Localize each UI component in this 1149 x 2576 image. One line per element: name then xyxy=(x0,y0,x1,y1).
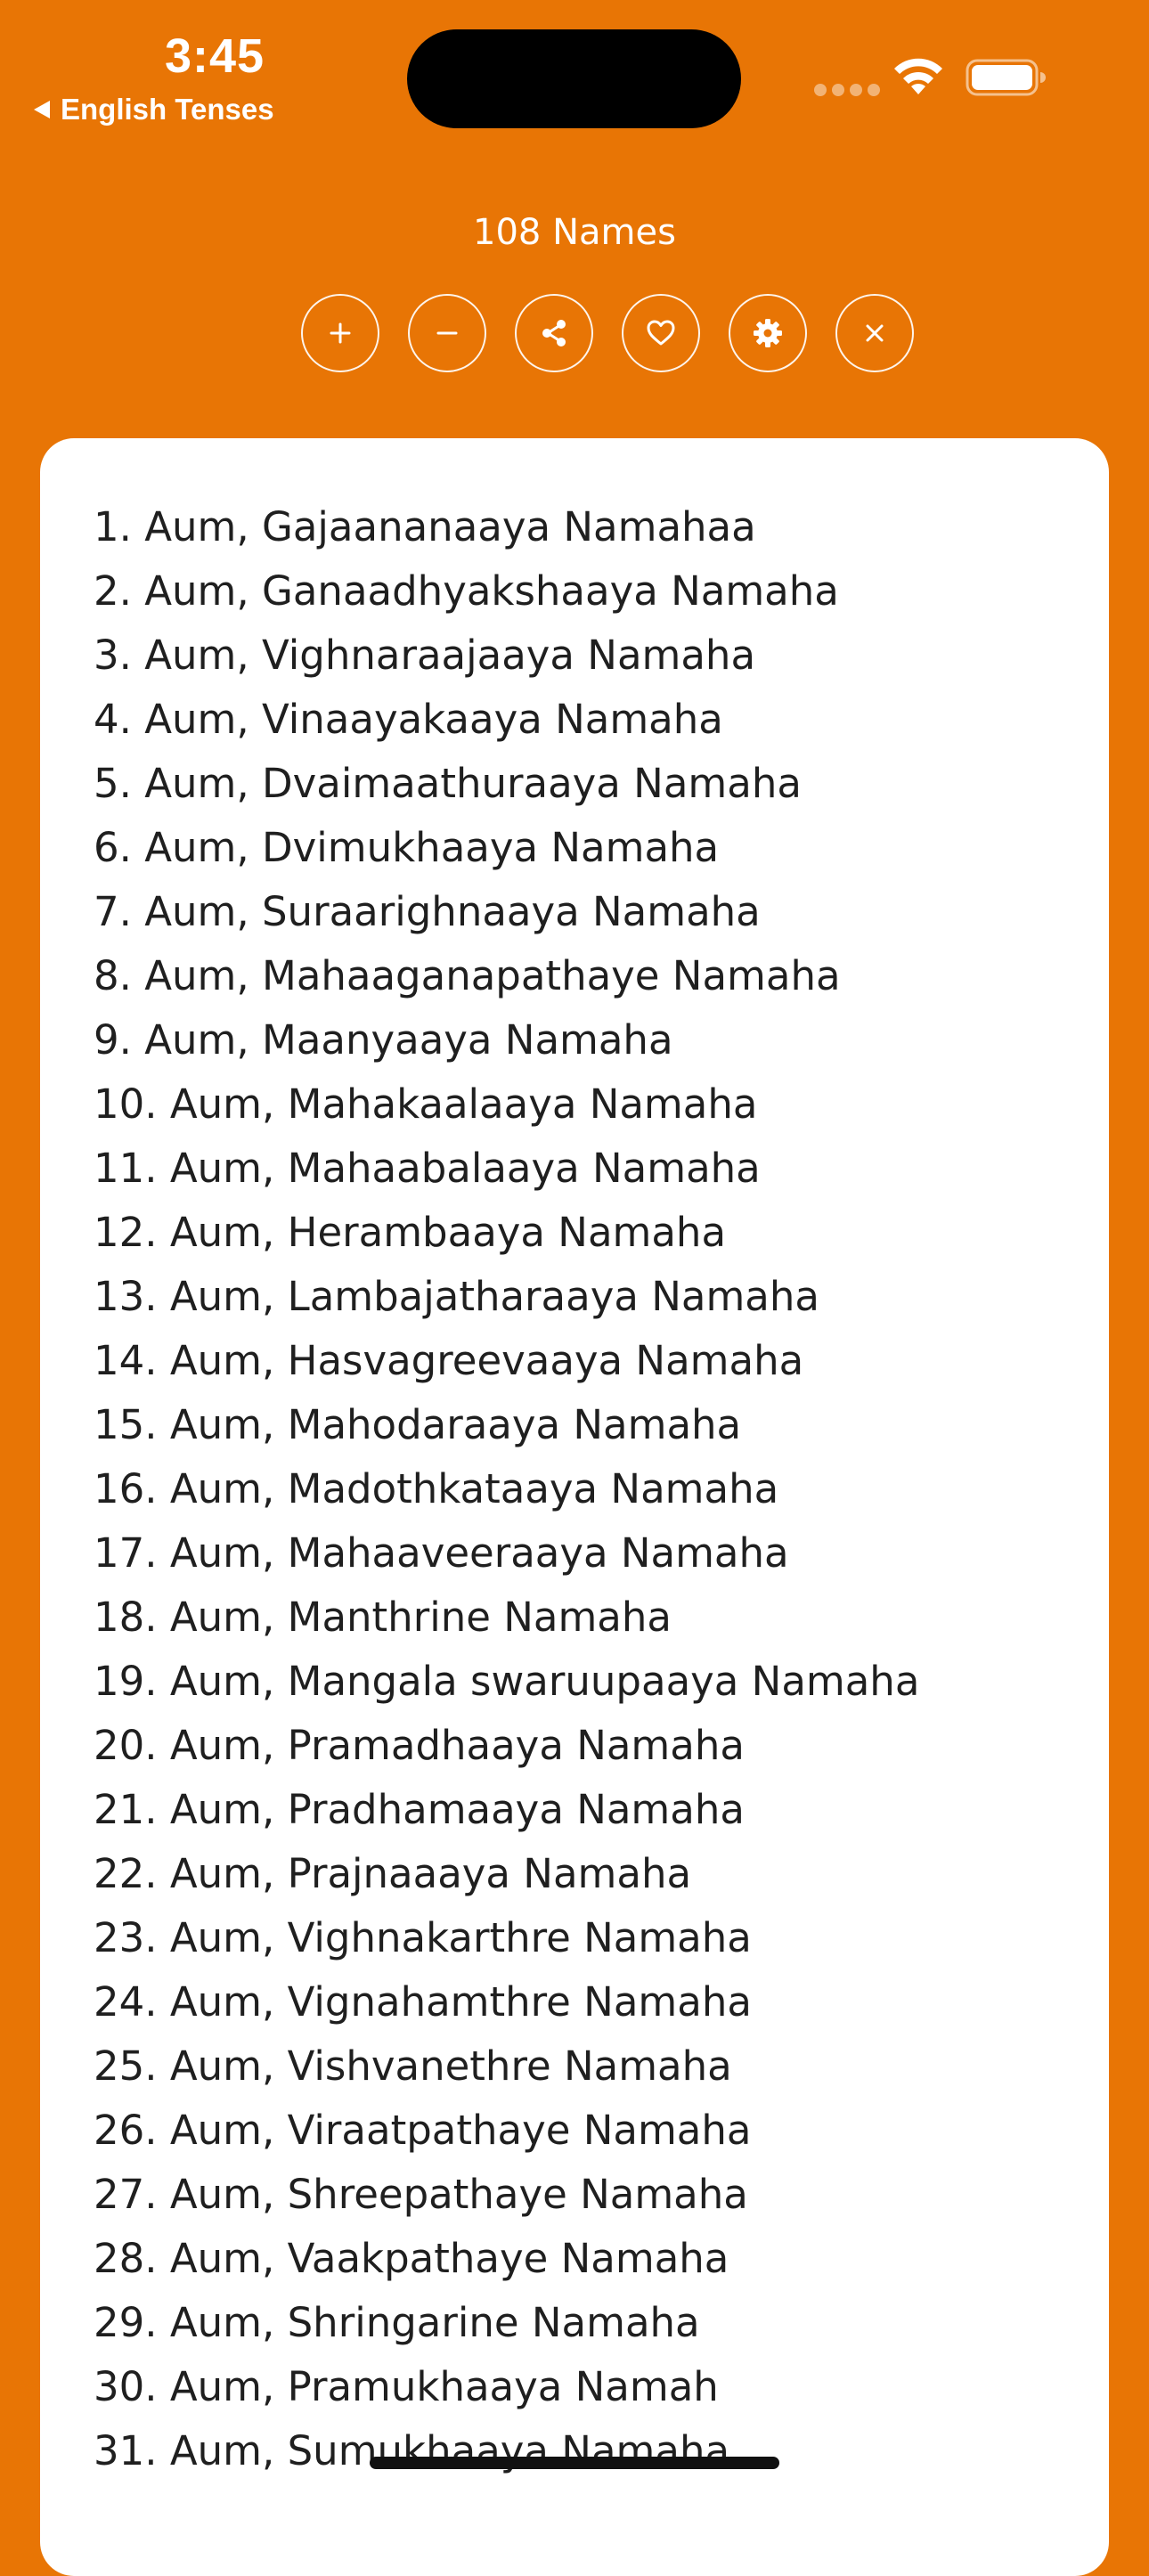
favorite-button[interactable] xyxy=(622,294,700,372)
list-item: 15. Aum, Mahodaraaya Namaha xyxy=(94,1401,742,1448)
list-item: 16. Aum, Madothkataaya Namaha xyxy=(94,1465,779,1512)
home-indicator[interactable] xyxy=(370,2457,779,2469)
list-item: 5. Aum, Dvaimaathuraaya Namaha xyxy=(94,760,802,807)
list-item: 20. Aum, Pramadhaaya Namaha xyxy=(94,1722,745,1769)
list-item: 12. Aum, Herambaaya Namaha xyxy=(94,1209,727,1256)
plus-icon xyxy=(330,322,351,344)
list-item: 10. Aum, Mahakaalaaya Namaha xyxy=(94,1080,758,1128)
list-item: 28. Aum, Vaakpathaye Namaha xyxy=(94,2235,729,2282)
cellular-signal-icon xyxy=(814,84,880,96)
list-item: 4. Aum, Vinaayakaaya Namaha xyxy=(94,696,723,743)
back-to-app-link[interactable]: English Tenses xyxy=(34,93,274,126)
list-item: 3. Aum, Vighnaraajaaya Namaha xyxy=(94,632,756,679)
settings-button[interactable] xyxy=(729,294,807,372)
list-item: 8. Aum, Mahaaganapathaye Namaha xyxy=(94,952,841,999)
list-item: 11. Aum, Mahaabalaaya Namaha xyxy=(94,1145,761,1192)
minus-icon xyxy=(436,331,458,335)
list-item: 27. Aum, Shreepathaye Namaha xyxy=(94,2171,748,2218)
list-item: 18. Aum, Manthrine Namaha xyxy=(94,1594,672,1641)
list-item: 9. Aum, Maanyaaya Namaha xyxy=(94,1016,673,1064)
list-item: 6. Aum, Dvimukhaaya Namaha xyxy=(94,824,720,871)
list-item: 7. Aum, Suraarighnaaya Namaha xyxy=(94,888,761,935)
list-item: 24. Aum, Vignahamthre Namaha xyxy=(94,1978,752,2026)
gear-icon xyxy=(754,319,782,347)
page-title: 108 Names xyxy=(473,212,676,253)
list-item: 30. Aum, Pramukhaaya Namah xyxy=(94,2363,719,2410)
list-item: 25. Aum, Vishvanethre Namaha xyxy=(94,2042,732,2090)
list-item: 13. Aum, Lambajatharaaya Namaha xyxy=(94,1273,819,1320)
share-icon xyxy=(542,320,566,346)
dynamic-island xyxy=(407,29,741,128)
status-bar: 3:45 English Tenses xyxy=(0,0,1149,134)
back-link-label: English Tenses xyxy=(61,93,274,126)
list-item: 29. Aum, Shringarine Namaha xyxy=(94,2299,700,2346)
battery-icon xyxy=(966,59,1046,96)
close-button[interactable] xyxy=(835,294,914,372)
names-list: 1. Aum, Gajaananaaya Namahaa 2. Aum, Gan… xyxy=(94,495,919,2483)
list-item: 17. Aum, Mahaaveeraaya Namaha xyxy=(94,1529,789,1577)
names-card[interactable]: 1. Aum, Gajaananaaya Namahaa 2. Aum, Gan… xyxy=(40,438,1109,2576)
wifi-icon xyxy=(894,58,942,94)
list-item: 31. Aum, Sumukhaaya Namaha xyxy=(94,2427,730,2474)
list-item: 1. Aum, Gajaananaaya Namahaa xyxy=(94,503,756,550)
list-item: 2. Aum, Ganaadhyakshaaya Namaha xyxy=(94,567,839,615)
heart-icon xyxy=(647,320,675,346)
list-item: 23. Aum, Vighnakarthre Namaha xyxy=(94,1914,752,1961)
share-button[interactable] xyxy=(515,294,593,372)
back-arrow-icon xyxy=(34,101,50,118)
list-item: 14. Aum, Hasvagreevaaya Namaha xyxy=(94,1337,804,1384)
list-item: 21. Aum, Pradhamaaya Namaha xyxy=(94,1786,745,1833)
close-icon xyxy=(866,324,884,342)
list-item: 19. Aum, Mangala swaruupaaya Namaha xyxy=(94,1658,920,1705)
status-time: 3:45 xyxy=(165,29,265,83)
list-item: 26. Aum, Viraatpathaye Namaha xyxy=(94,2107,752,2154)
toolbar xyxy=(301,294,914,372)
zoom-in-button[interactable] xyxy=(301,294,379,372)
list-item: 22. Aum, Prajnaaaya Namaha xyxy=(94,1850,692,1897)
zoom-out-button[interactable] xyxy=(408,294,486,372)
